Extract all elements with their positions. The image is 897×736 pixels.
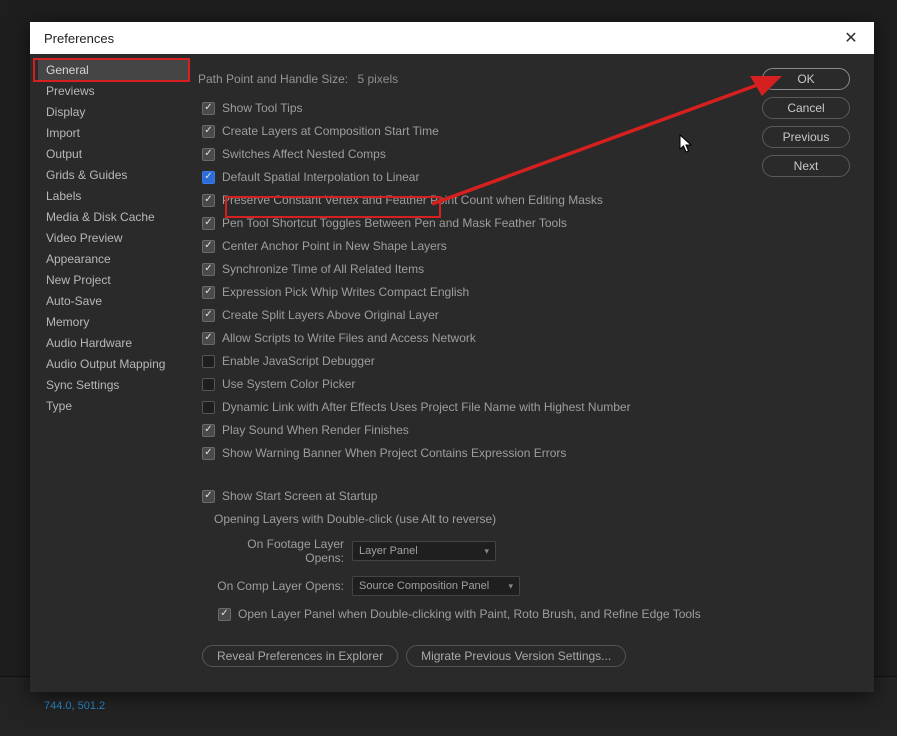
- checkbox-label: Play Sound When Render Finishes: [222, 423, 409, 437]
- migrate-settings-button[interactable]: Migrate Previous Version Settings...: [406, 645, 626, 667]
- open-layer-panel-dblclick-checkbox[interactable]: Open Layer Panel when Double-clicking wi…: [218, 607, 864, 621]
- sidebar-item-audio-output-mapping[interactable]: Audio Output Mapping: [38, 354, 188, 375]
- sidebar-item-general[interactable]: General: [38, 60, 188, 81]
- checkbox-label: Center Anchor Point in New Shape Layers: [222, 239, 447, 253]
- checkbox-label: Create Layers at Composition Start Time: [222, 124, 439, 138]
- dialog-action-buttons: OK Cancel Previous Next: [762, 68, 860, 184]
- dialog-title: Preferences: [44, 31, 114, 46]
- checkbox-label: Use System Color Picker: [222, 377, 355, 391]
- chevron-down-icon: ▾: [484, 546, 489, 557]
- footage-layer-opens-row: On Footage Layer Opens: Layer Panel ▾: [216, 537, 864, 565]
- sidebar-item-new-project[interactable]: New Project: [38, 270, 188, 291]
- checkbox-icon: [202, 102, 215, 115]
- preferences-sidebar: GeneralPreviewsDisplayImportOutputGrids …: [30, 54, 188, 692]
- checkbox-label: Enable JavaScript Debugger: [222, 354, 375, 368]
- close-icon: ✕: [844, 28, 857, 48]
- comp-layer-opens-row: On Comp Layer Opens: Source Composition …: [216, 576, 864, 596]
- checkbox-icon: [218, 608, 231, 621]
- close-button[interactable]: ✕: [840, 27, 862, 49]
- ok-button[interactable]: OK: [762, 68, 850, 90]
- checkbox-label: Preserve Constant Vertex and Feather Poi…: [222, 193, 603, 207]
- checkbox-label: Default Spatial Interpolation to Linear: [222, 170, 419, 184]
- sidebar-item-video-preview[interactable]: Video Preview: [38, 228, 188, 249]
- checkbox-icon: [202, 217, 215, 230]
- sidebar-item-audio-hardware[interactable]: Audio Hardware: [38, 333, 188, 354]
- reveal-preferences-button[interactable]: Reveal Preferences in Explorer: [202, 645, 398, 667]
- cancel-button[interactable]: Cancel: [762, 97, 850, 119]
- option-checkbox-6[interactable]: Center Anchor Point in New Shape Layers: [202, 239, 864, 253]
- checkbox-icon: [202, 171, 215, 184]
- option-checkbox-12[interactable]: Use System Color Picker: [202, 377, 864, 391]
- timeline-coordinates: 744.0, 501.2: [44, 700, 105, 712]
- sidebar-item-display[interactable]: Display: [38, 102, 188, 123]
- checkbox-label: Dynamic Link with After Effects Uses Pro…: [222, 400, 631, 414]
- sidebar-item-appearance[interactable]: Appearance: [38, 249, 188, 270]
- sidebar-item-grids-guides[interactable]: Grids & Guides: [38, 165, 188, 186]
- checkbox-icon: [202, 332, 215, 345]
- checkbox-icon: [202, 125, 215, 138]
- preferences-dialog: Preferences ✕ GeneralPreviewsDisplayImpo…: [30, 22, 874, 692]
- option-checkbox-9[interactable]: Create Split Layers Above Original Layer: [202, 308, 864, 322]
- checkbox-icon: [202, 240, 215, 253]
- checkbox-icon: [202, 355, 215, 368]
- checkbox-icon: [202, 309, 215, 322]
- option-checkbox-4[interactable]: Preserve Constant Vertex and Feather Poi…: [202, 193, 864, 207]
- comp-layer-select[interactable]: Source Composition Panel ▾: [352, 576, 520, 596]
- sidebar-item-media-disk-cache[interactable]: Media & Disk Cache: [38, 207, 188, 228]
- sidebar-item-auto-save[interactable]: Auto-Save: [38, 291, 188, 312]
- option-checkbox-11[interactable]: Enable JavaScript Debugger: [202, 354, 864, 368]
- checkbox-icon: [202, 286, 215, 299]
- option-checkbox-14[interactable]: Play Sound When Render Finishes: [202, 423, 864, 437]
- select-value: Layer Panel: [359, 545, 418, 557]
- sidebar-item-labels[interactable]: Labels: [38, 186, 188, 207]
- path-point-label: Path Point and Handle Size:: [198, 72, 348, 86]
- checkbox-icon: [202, 447, 215, 460]
- double-click-subtitle: Opening Layers with Double-click (use Al…: [214, 512, 864, 526]
- checkbox-label: Show Start Screen at Startup: [222, 489, 377, 503]
- preferences-content: OK Cancel Previous Next Path Point and H…: [188, 54, 874, 692]
- checkbox-icon: [202, 490, 215, 503]
- option-checkbox-5[interactable]: Pen Tool Shortcut Toggles Between Pen an…: [202, 216, 864, 230]
- path-point-value[interactable]: 5 pixels: [357, 72, 398, 86]
- sidebar-item-type[interactable]: Type: [38, 396, 188, 417]
- next-button[interactable]: Next: [762, 155, 850, 177]
- checkbox-label: Expression Pick Whip Writes Compact Engl…: [222, 285, 469, 299]
- option-checkbox-10[interactable]: Allow Scripts to Write Files and Access …: [202, 331, 864, 345]
- checkbox-icon: [202, 194, 215, 207]
- checkbox-label: Show Tool Tips: [222, 101, 303, 115]
- sidebar-item-memory[interactable]: Memory: [38, 312, 188, 333]
- sidebar-item-previews[interactable]: Previews: [38, 81, 188, 102]
- checkbox-icon: [202, 424, 215, 437]
- option-checkbox-8[interactable]: Expression Pick Whip Writes Compact Engl…: [202, 285, 864, 299]
- show-start-screen-checkbox[interactable]: Show Start Screen at Startup: [202, 489, 864, 503]
- chevron-down-icon: ▾: [508, 581, 513, 592]
- option-checkbox-13[interactable]: Dynamic Link with After Effects Uses Pro…: [202, 400, 864, 414]
- dialog-titlebar: Preferences ✕: [30, 22, 874, 54]
- checkbox-label: Show Warning Banner When Project Contain…: [222, 446, 566, 460]
- option-checkbox-15[interactable]: Show Warning Banner When Project Contain…: [202, 446, 864, 460]
- checkbox-label: Pen Tool Shortcut Toggles Between Pen an…: [222, 216, 567, 230]
- checkbox-icon: [202, 378, 215, 391]
- checkbox-icon: [202, 148, 215, 161]
- checkbox-icon: [202, 401, 215, 414]
- sidebar-item-import[interactable]: Import: [38, 123, 188, 144]
- option-checkbox-7[interactable]: Synchronize Time of All Related Items: [202, 262, 864, 276]
- footage-layer-select[interactable]: Layer Panel ▾: [352, 541, 496, 561]
- sidebar-item-sync-settings[interactable]: Sync Settings: [38, 375, 188, 396]
- checkbox-label: Switches Affect Nested Comps: [222, 147, 386, 161]
- checkbox-label: Synchronize Time of All Related Items: [222, 262, 424, 276]
- previous-button[interactable]: Previous: [762, 126, 850, 148]
- sidebar-item-output[interactable]: Output: [38, 144, 188, 165]
- footage-layer-label: On Footage Layer Opens:: [216, 537, 352, 565]
- checkbox-label: Allow Scripts to Write Files and Access …: [222, 331, 476, 345]
- checkbox-label: Create Split Layers Above Original Layer: [222, 308, 439, 322]
- select-value: Source Composition Panel: [359, 580, 489, 592]
- comp-layer-label: On Comp Layer Opens:: [216, 579, 352, 593]
- checkbox-icon: [202, 263, 215, 276]
- checkbox-label: Open Layer Panel when Double-clicking wi…: [238, 607, 701, 621]
